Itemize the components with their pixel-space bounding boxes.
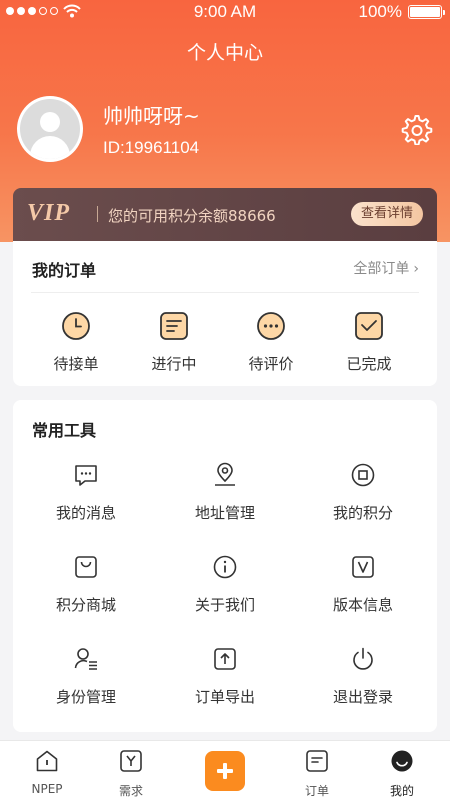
default-user-icon	[20, 99, 80, 159]
order-status-label: 已完成	[346, 355, 392, 373]
check-box-icon	[355, 312, 383, 340]
tool-points-mall[interactable]: 积分商城	[31, 554, 141, 615]
tool-label: 积分商城	[55, 596, 116, 614]
tab-orders[interactable]: 订单	[282, 749, 352, 799]
tool-label: 版本信息	[332, 596, 393, 614]
clock-icon	[62, 312, 90, 340]
power-icon	[353, 647, 373, 670]
points-coin-icon	[351, 463, 375, 487]
tool-label: 退出登录	[332, 688, 393, 706]
tab-demand[interactable]: 需求	[96, 749, 166, 799]
tab-npep[interactable]: NPEP	[12, 749, 82, 796]
tab-label: NPEP	[31, 782, 63, 796]
view-all-label: 全部订单	[353, 261, 410, 277]
add-button[interactable]	[205, 751, 245, 791]
avatar[interactable]	[17, 96, 83, 162]
status-bar: 9:00 AM 100%	[0, 0, 450, 24]
order-status-to-review[interactable]: 待评价	[225, 311, 317, 374]
user-list-icon	[74, 648, 97, 670]
order-status-in-progress[interactable]: 进行中	[128, 311, 220, 374]
list-icon	[160, 312, 188, 340]
tool-label: 我的积分	[332, 504, 393, 522]
page-title: 个人中心	[186, 42, 263, 64]
info-icon	[213, 555, 237, 579]
shopping-bag-icon	[75, 556, 97, 578]
demand-icon	[120, 750, 142, 772]
tab-label: 订单	[304, 784, 329, 798]
tool-about-us[interactable]: 关于我们	[170, 554, 280, 615]
tool-logout[interactable]: 退出登录	[308, 646, 418, 707]
tool-order-export[interactable]: 订单导出	[170, 646, 280, 707]
gear-icon[interactable]	[401, 113, 433, 145]
message-icon	[75, 465, 97, 486]
tab-mine[interactable]: 我的	[367, 749, 437, 799]
order-status-label: 待评价	[248, 355, 294, 373]
bottom-tab-bar: NPEP 需求 订单 我的	[0, 740, 450, 800]
tool-label: 关于我们	[194, 596, 255, 614]
user-id: ID:19961104	[103, 138, 200, 157]
order-status-label: 待接单	[53, 355, 99, 373]
tool-label: 订单导出	[194, 688, 255, 706]
user-name: 帅帅呀呀~	[103, 104, 200, 128]
tool-my-messages[interactable]: 我的消息	[31, 462, 141, 523]
orders-title: 我的订单	[32, 261, 97, 280]
order-icon	[306, 750, 328, 772]
chevron-right-icon: ›	[413, 261, 419, 277]
tools-title: 常用工具	[32, 421, 97, 440]
tab-label: 需求	[118, 784, 143, 798]
home-icon	[36, 750, 58, 772]
view-details-button[interactable]: 查看详情	[350, 202, 423, 226]
tool-version-info[interactable]: 版本信息	[308, 554, 418, 615]
vip-card: VIP 您的可用积分余额88666 查看详情	[13, 188, 437, 242]
order-status-label: 进行中	[151, 355, 197, 373]
version-icon	[352, 556, 374, 578]
order-status-completed[interactable]: 已完成	[323, 311, 415, 374]
tool-label: 我的消息	[55, 504, 116, 522]
tool-my-points[interactable]: 我的积分	[308, 462, 418, 523]
tab-label: 我的	[389, 784, 414, 798]
tool-label: 地址管理	[194, 504, 255, 522]
tool-label: 身份管理	[55, 688, 116, 706]
vip-divider	[97, 206, 98, 222]
battery-icon	[408, 5, 445, 19]
profile-icon	[391, 750, 413, 772]
tool-address-management[interactable]: 地址管理	[170, 462, 280, 523]
tool-identity-management[interactable]: 身份管理	[31, 646, 141, 707]
order-status-pending[interactable]: 待接单	[30, 311, 122, 374]
tools-card: 常用工具 我的消息 地址管理 我的积分 积分商城 关于我们 版本信息 身份管理 …	[13, 400, 437, 732]
points-balance-text: 您的可用积分余额88666	[108, 207, 276, 225]
orders-header: 我的订单 全部订单 ›	[31, 241, 419, 293]
comment-icon	[257, 312, 285, 340]
view-all-orders-link[interactable]: 全部订单 ›	[353, 258, 419, 278]
orders-card: 我的订单 全部订单 › 待接单 进行中 待评价 已完成	[13, 241, 437, 386]
vip-logo: VIP	[27, 200, 71, 226]
export-icon	[214, 648, 236, 670]
location-pin-icon	[215, 462, 235, 486]
battery-percentage: 100%	[358, 2, 402, 21]
